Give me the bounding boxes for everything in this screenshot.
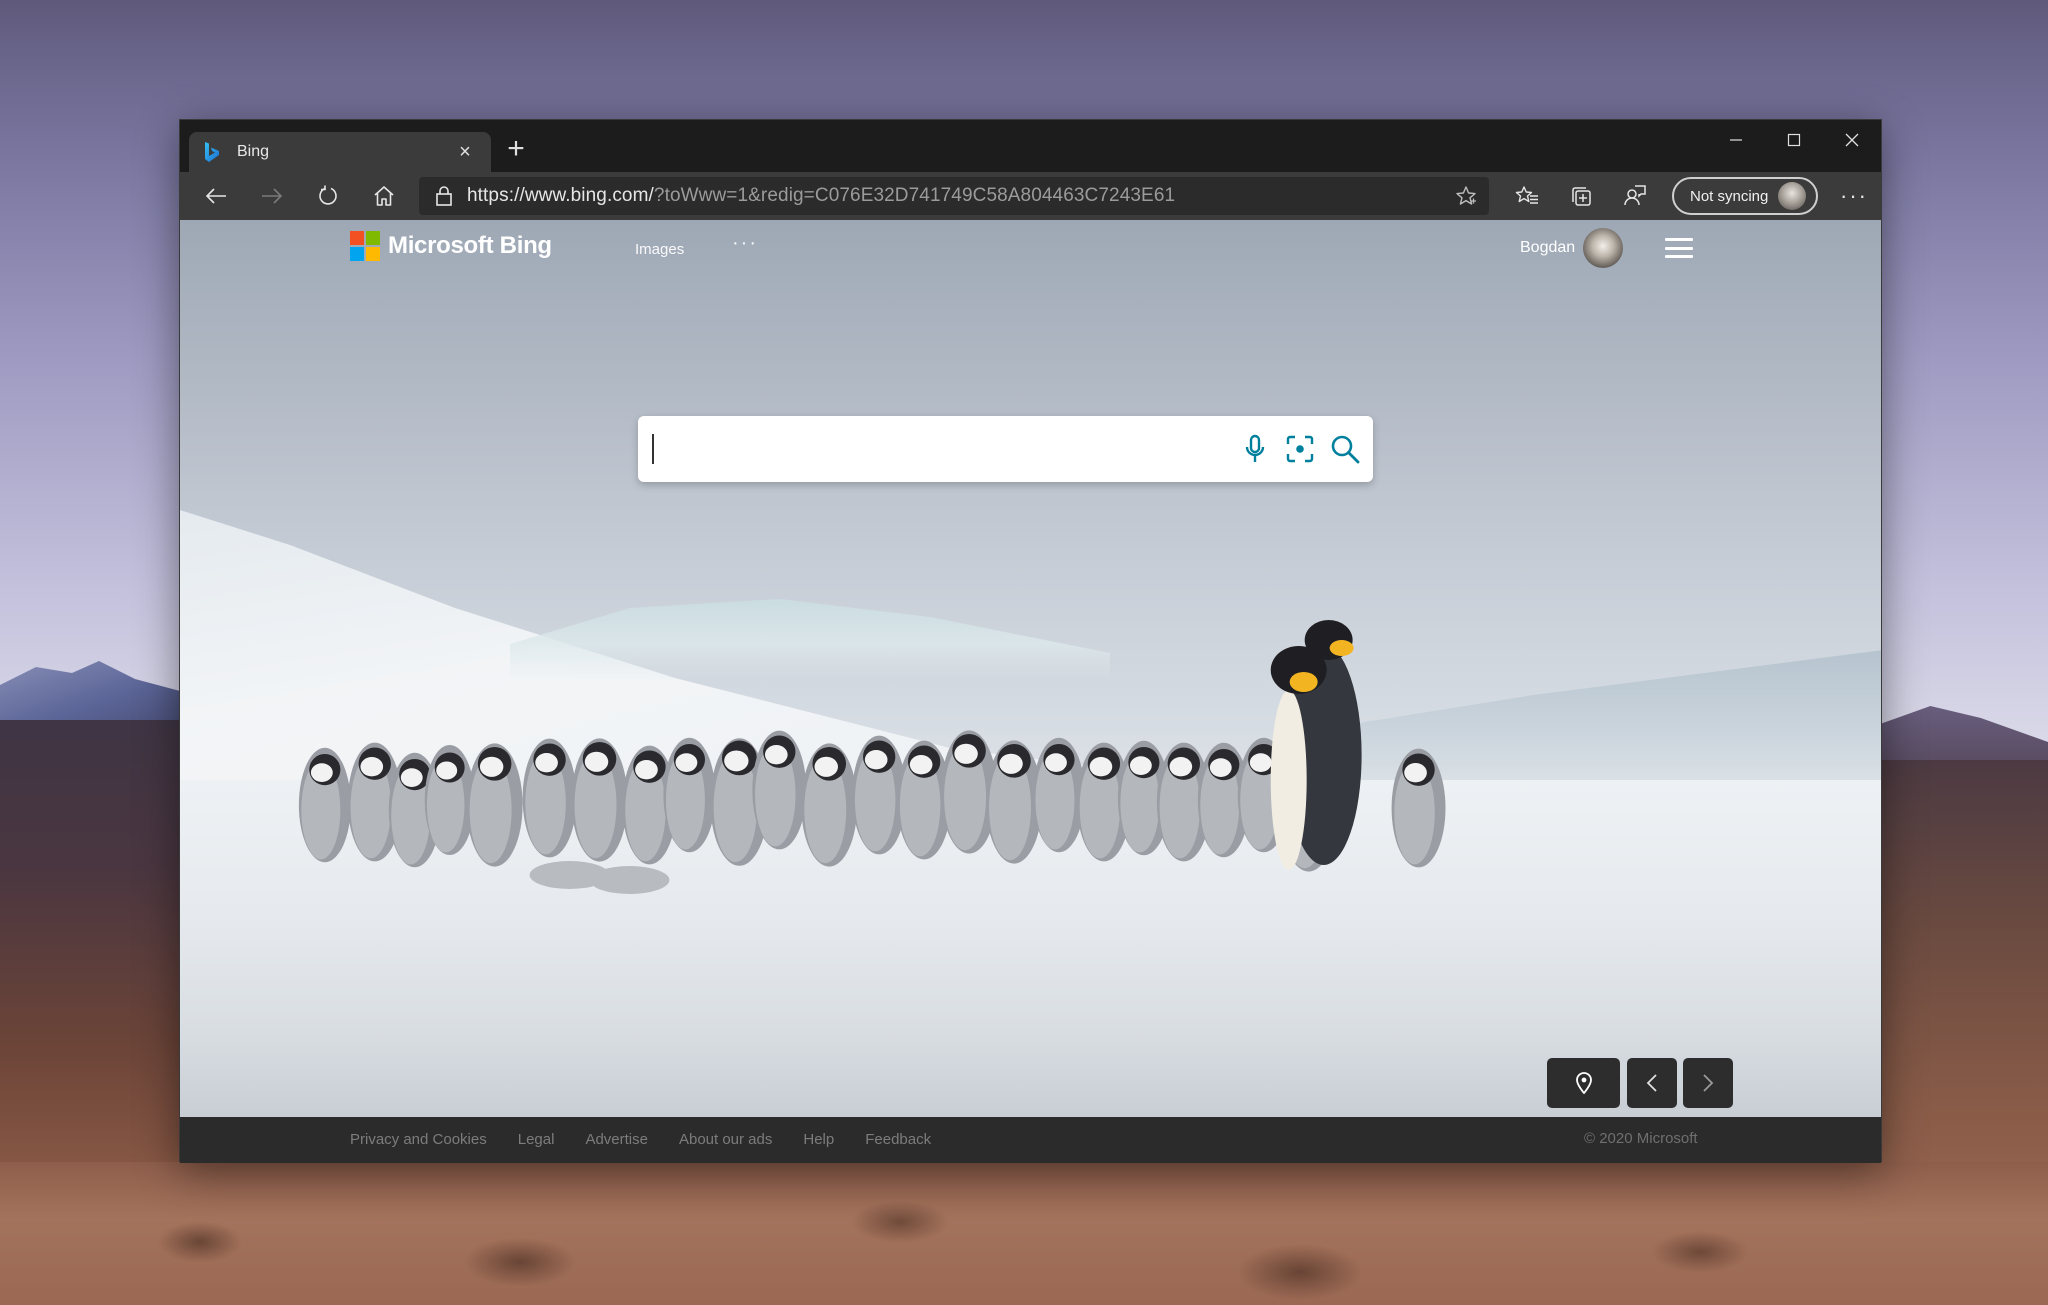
back-button[interactable] [188,176,244,216]
address-bar[interactable]: https://www.bing.com/?toWww=1&redig=C076… [419,177,1489,215]
collections-icon [1572,187,1591,206]
tab-title: Bing [237,143,270,160]
favorites-button[interactable] [1500,176,1554,216]
browser-window: Bing × + https://www.bing.com/?toWww=1&r… [179,119,1882,1163]
feedback-button[interactable] [1608,176,1662,216]
search-box [638,416,1373,482]
previous-image-button[interactable] [1627,1058,1677,1108]
url-query: ?toWww=1&redig=C076E32D741749C58A804463C… [653,185,1176,206]
home-button[interactable] [356,176,412,216]
nav-images-link[interactable]: Images [635,241,684,258]
penguin-chick [801,743,858,867]
penguin-chick [522,738,577,858]
visual-search-button[interactable] [1283,432,1317,466]
penguin-chick [1391,748,1446,868]
back-arrow-icon [205,188,226,204]
collections-button[interactable] [1554,176,1608,216]
home-icon [374,186,394,206]
bing-homepage: Microsoft Bing Images ··· Bogdan [180,220,1881,1117]
penguin-chick [571,738,628,862]
forward-arrow-icon [262,188,283,204]
lock-icon [436,186,452,206]
refresh-button[interactable] [300,176,356,216]
penguin-chick [752,730,807,850]
logo-text: Microsoft Bing [388,232,552,259]
tab-close-button[interactable]: × [453,141,477,164]
wallpaper-desert-ground [0,1162,2048,1305]
favorites-list-icon [1515,186,1538,204]
penguin-chick [298,747,351,863]
url-host: https://www.bing.com/ [467,185,654,206]
next-image-icon [1703,1074,1714,1092]
footer-link-about-ads[interactable]: About our ads [679,1131,772,1148]
microsoft-logo-icon [350,231,380,261]
menu-button[interactable] [1665,236,1693,260]
profile-avatar [1778,182,1807,210]
search-input[interactable] [652,428,1212,470]
maximize-button[interactable] [1765,120,1823,160]
footer-links: Privacy and Cookies Legal Advertise Abou… [350,1131,962,1148]
footer-link-feedback[interactable]: Feedback [865,1131,931,1148]
search-icon [1331,435,1360,464]
bing-logo-icon [205,142,219,162]
new-tab-button[interactable]: + [498,134,534,168]
emperor-penguin-adult [1270,620,1362,870]
url-text[interactable]: https://www.bing.com/?toWww=1&redig=C076… [467,185,1175,207]
footer-link-advertise[interactable]: Advertise [585,1131,648,1148]
user-name[interactable]: Bogdan [1520,239,1575,257]
refresh-icon [319,185,337,205]
nav-more-button[interactable]: ··· [732,232,758,255]
toolbar-right: Not syncing ··· [1500,176,1884,216]
image-info-button[interactable] [1547,1058,1620,1108]
bing-logo[interactable]: Microsoft Bing [350,231,552,261]
background-penguin-colony [298,620,1446,894]
tab-bing[interactable]: Bing × [189,132,491,172]
search-button[interactable] [1328,432,1362,466]
previous-image-icon [1646,1074,1657,1092]
user-avatar[interactable] [1583,228,1623,268]
next-image-button[interactable] [1683,1058,1733,1108]
close-icon [1845,133,1859,147]
penguin-chick [466,743,523,867]
bing-header: Microsoft Bing Images ··· Bogdan [180,220,1881,280]
minimize-button[interactable] [1707,120,1765,160]
penguin-chick [663,737,716,853]
location-pin-icon [1575,1072,1592,1094]
minimize-icon [1730,139,1742,141]
footer-link-legal[interactable]: Legal [518,1131,555,1148]
footer-link-help[interactable]: Help [803,1131,834,1148]
copyright-text: © 2020 Microsoft [1584,1130,1698,1147]
profile-button[interactable]: Not syncing [1672,177,1818,215]
hamburger-line [1665,255,1693,258]
title-bar: Bing × + [180,120,1881,172]
maximize-icon [1787,133,1801,147]
browser-toolbar: https://www.bing.com/?toWww=1&redig=C076… [180,172,1881,220]
visual-search-icon [1286,435,1314,463]
close-window-button[interactable] [1823,120,1881,160]
hamburger-line [1665,246,1693,250]
add-favorite-star-icon[interactable] [1455,185,1477,207]
penguin-chick-lying [589,866,670,894]
settings-more-button[interactable]: ··· [1824,183,1884,209]
footer-link-privacy[interactable]: Privacy and Cookies [350,1131,487,1148]
window-controls [1707,120,1881,160]
hamburger-line [1665,238,1693,241]
sync-status-label: Not syncing [1690,187,1769,205]
voice-search-button[interactable] [1238,432,1272,466]
feedback-icon [1624,185,1646,206]
forward-button[interactable] [244,176,300,216]
microphone-icon [1245,434,1265,462]
bing-footer: Privacy and Cookies Legal Advertise Abou… [180,1117,1881,1163]
